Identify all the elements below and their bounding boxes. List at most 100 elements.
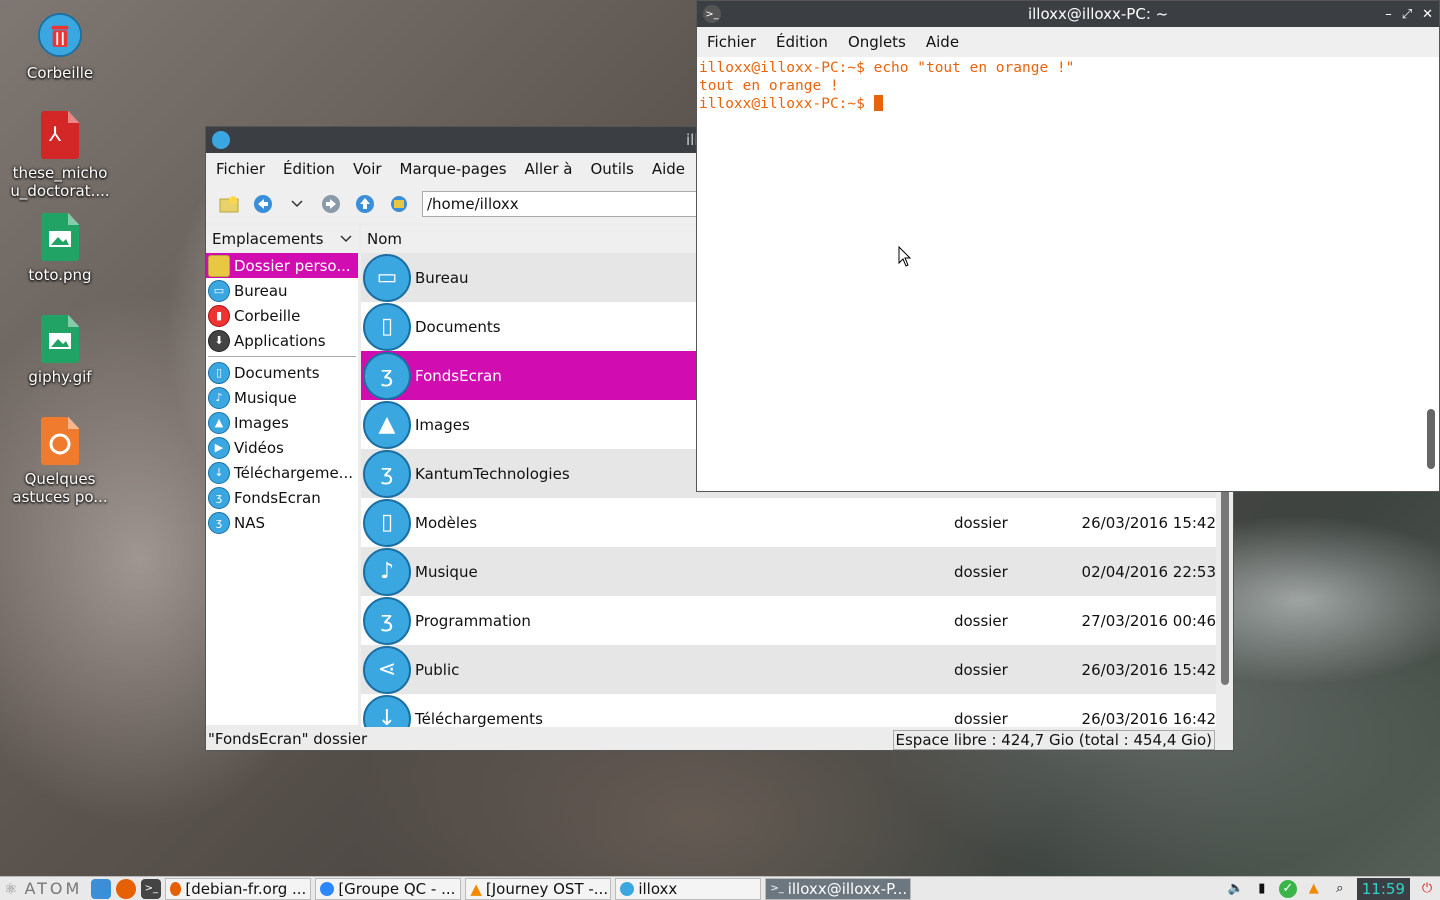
sidebar-item-label: Images	[234, 413, 289, 432]
file-manager-launcher-icon[interactable]	[91, 878, 112, 899]
scrollbar-thumb[interactable]	[1427, 409, 1435, 469]
file-row[interactable]: ⋖ Public dossier 26/03/2016 15:42	[361, 645, 1216, 694]
file-row[interactable]: ↓ Téléchargements dossier 26/03/2016 16:42	[361, 694, 1216, 727]
forward-button[interactable]	[320, 193, 342, 215]
sidebar-item-musique[interactable]: ♪ Musique	[206, 385, 358, 410]
sidebar-item-nas[interactable]: ʒ NAS	[206, 510, 358, 535]
task-label: [Journey OST -...	[485, 879, 609, 898]
sidebar-item-label: Musique	[234, 388, 297, 407]
updates-ok-icon[interactable]: ✓	[1278, 879, 1297, 898]
home-button[interactable]	[388, 193, 410, 215]
new-tab-button[interactable]	[218, 193, 240, 215]
sidebar-item-videos[interactable]: ▶ Vidéos	[206, 435, 358, 460]
path-input[interactable]	[422, 191, 722, 217]
menu-edition[interactable]: Édition	[273, 160, 343, 178]
menu-onglets[interactable]: Onglets	[838, 33, 916, 51]
desktop-icon-toto[interactable]: toto.png	[0, 212, 120, 284]
home-folder-icon	[208, 254, 230, 277]
task-file-manager[interactable]: illoxx	[615, 877, 762, 900]
file-row[interactable]: ʒ Programmation dossier 27/03/2016 00:46	[361, 596, 1216, 645]
system-tray: 🔈 ▮ ✓ ▲ ⌕ 11:59 ⏻	[1227, 877, 1440, 900]
sidebar-item-corbeille[interactable]: ▮ Corbeille	[206, 303, 358, 328]
clock[interactable]: 11:59	[1356, 877, 1410, 900]
sidebar-item-fondsecran[interactable]: ʒ FondsEcran	[206, 485, 358, 510]
templates-folder-icon: ▯	[363, 498, 411, 547]
sidebar-item-home[interactable]: Dossier perso...	[206, 253, 358, 278]
sidebar-item-images[interactable]: ▲ Images	[206, 410, 358, 435]
file-row[interactable]: ▯ Modèles dossier 26/03/2016 15:42	[361, 498, 1216, 547]
desktop-icon-astuces[interactable]: Quelques astuces po...	[0, 416, 120, 506]
sidebar-item-telechargements[interactable]: ↓ Téléchargeme...	[206, 460, 358, 485]
sidebar-item-applications[interactable]: ⬇ Applications	[206, 328, 358, 353]
task-messenger[interactable]: [Groupe QC - ...	[315, 877, 462, 900]
terminal-menubar: Fichier Édition Onglets Aide	[697, 27, 1439, 57]
window-controls: – ⤢ ✕	[1385, 7, 1433, 22]
sidebar-item-label: NAS	[234, 513, 266, 532]
start-menu-button[interactable]: ⚛ ATOM	[0, 879, 86, 898]
file-date: 27/03/2016 00:46	[1081, 611, 1216, 630]
menu-fichier[interactable]: Fichier	[697, 33, 766, 51]
menu-edition[interactable]: Édition	[766, 33, 838, 51]
status-free-space: Espace libre : 424,7 Gio (total : 454,4 …	[892, 730, 1215, 750]
close-icon[interactable]: ✕	[1422, 7, 1433, 22]
vlc-icon: ▲	[470, 879, 482, 898]
desktop-folder-icon: ▭	[363, 253, 411, 302]
menu-aller-a[interactable]: Aller à	[515, 160, 581, 178]
file-type: dossier	[953, 562, 1008, 581]
maximize-icon[interactable]: ⤢	[1402, 7, 1412, 22]
desktop-icon-trash[interactable]: Corbeille	[0, 10, 120, 82]
chevron-down-icon	[291, 200, 303, 208]
firefox-launcher-icon[interactable]	[116, 878, 137, 899]
menu-aide[interactable]: Aide	[642, 160, 693, 178]
task-vlc[interactable]: ▲ [Journey OST -...	[465, 877, 612, 900]
terminal-titlebar[interactable]: >_ illoxx@illoxx-PC: ~ – ⤢ ✕	[697, 1, 1439, 27]
pictures-folder-icon: ▲	[208, 411, 230, 434]
history-dropdown-button[interactable]	[286, 193, 308, 215]
file-row[interactable]: ♪ Musique dossier 02/04/2016 22:53	[361, 547, 1216, 596]
folder-icon	[620, 881, 635, 896]
sidebar-item-documents[interactable]: ▯ Documents	[206, 360, 358, 385]
battery-icon[interactable]: ▮	[1253, 880, 1271, 898]
back-button[interactable]	[252, 193, 274, 215]
places-sidebar: Emplacements Dossier perso... ▭ Bureau ▮ C…	[206, 225, 358, 725]
terminal-scrollbar[interactable]	[1425, 59, 1437, 487]
file-date: 26/03/2016 15:42	[1081, 660, 1216, 679]
menu-voir[interactable]: Voir	[343, 160, 390, 178]
music-folder-icon: ♪	[208, 386, 230, 409]
folder-icon: ʒ	[363, 449, 411, 498]
task-terminal[interactable]: >_ illoxx@illoxx-P...	[765, 877, 912, 900]
menu-marque-pages[interactable]: Marque-pages	[390, 160, 515, 178]
file-type: dossier	[953, 611, 1008, 630]
up-button[interactable]	[354, 193, 376, 215]
window-title: illoxx@illoxx-PC: ~	[1027, 5, 1169, 23]
terminal-output[interactable]: illoxx@illoxx-PC:~$ echo "tout en orange…	[697, 57, 1439, 491]
desktop-icon-giphy[interactable]: giphy.gif	[0, 314, 120, 386]
sidebar-header[interactable]: Emplacements	[206, 225, 358, 253]
task-firefox[interactable]: [debian-fr.org ...	[165, 877, 312, 900]
menu-fichier[interactable]: Fichier	[206, 160, 273, 178]
desktop-search-icon[interactable]: ⌕	[1331, 880, 1349, 898]
minimize-icon[interactable]: –	[1385, 7, 1392, 22]
terminal-launcher-icon[interactable]: >_	[141, 878, 162, 899]
file-name: Public	[415, 660, 460, 679]
sidebar-item-bureau[interactable]: ▭ Bureau	[206, 278, 358, 303]
sidebar-item-label: Dossier perso...	[234, 256, 351, 275]
menu-aide[interactable]: Aide	[916, 33, 969, 51]
task-label: illoxx@illoxx-P...	[787, 879, 908, 898]
terminal-line: illoxx@illoxx-PC:~$ echo "tout en orange…	[699, 60, 1075, 76]
folder-icon: ʒ	[208, 486, 230, 509]
trash-icon: ▮	[208, 304, 230, 327]
menu-outils[interactable]: Outils	[581, 160, 642, 178]
image-file-icon	[38, 314, 82, 364]
downloads-folder-icon: ↓	[208, 461, 230, 484]
file-name: Programmation	[415, 611, 531, 630]
desktop-icon-pdf[interactable]: ⅄ these_micho u_doctorat....	[0, 110, 120, 200]
trash-icon	[38, 10, 82, 60]
terminal-line: tout en orange !	[699, 78, 839, 94]
vlc-tray-icon[interactable]: ▲	[1305, 880, 1323, 898]
pdf-file-icon: ⅄	[38, 110, 82, 160]
folder-icon: ʒ	[363, 351, 411, 400]
power-icon[interactable]: ⏻	[1418, 880, 1436, 898]
volume-icon[interactable]: 🔈	[1227, 880, 1245, 898]
terminal-prompt: illoxx@illoxx-PC:~$	[699, 96, 874, 112]
